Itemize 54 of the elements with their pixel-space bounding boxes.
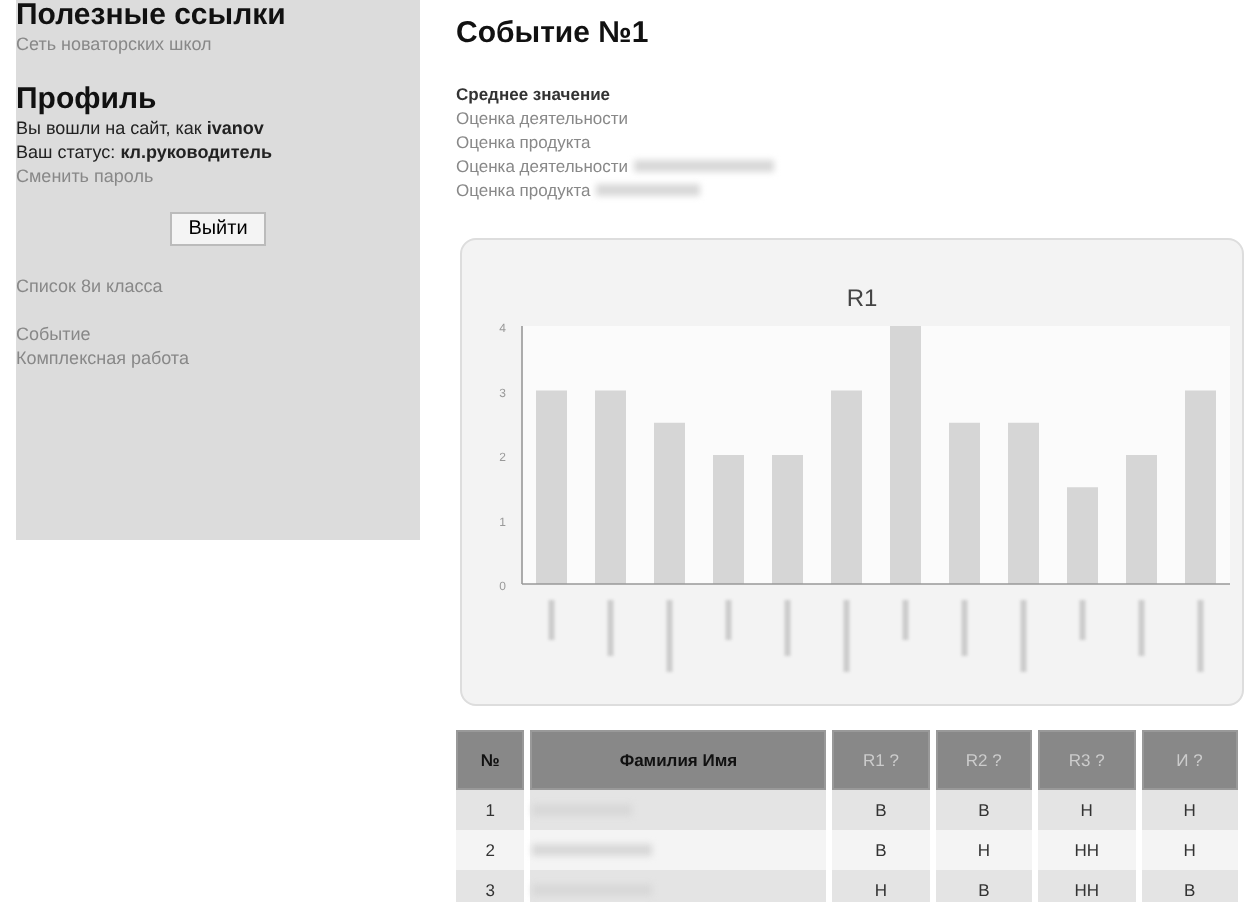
redacted-label [1079,600,1086,640]
redacted-label [607,600,614,656]
table-cell: В [1141,870,1238,902]
bar [713,455,744,584]
redacted-label [784,600,791,656]
column-header[interactable]: R1 ? [832,730,930,790]
table-cell: Н [935,830,1033,870]
table-cell: 1 [456,790,525,830]
menu-link[interactable]: Событие [16,322,420,346]
table-cell: В [832,830,930,870]
redacted-label [961,600,968,656]
table-cell: В [935,870,1033,902]
table-cell: Н [1141,830,1238,870]
bar [1126,455,1157,584]
redacted-label [902,600,909,640]
column-header[interactable]: R2 ? [935,730,1033,790]
redacted-label [548,600,555,640]
redacted-label [1020,600,1027,672]
links-heading: Полезные ссылки [16,0,288,32]
menu-link[interactable]: Комплексная работа [16,346,420,370]
logout-button[interactable]: Выйти [170,212,266,246]
filter-link[interactable]: Оценка продукта [456,130,1244,154]
menu-link[interactable]: Список 8и класса [16,274,420,298]
filter-link[interactable]: Оценка продукта [456,178,1244,202]
redacted-label [843,600,850,672]
table-cell: НН [1038,870,1136,902]
chart-title: R1 [846,284,878,312]
filter-link[interactable]: Среднее значение [456,82,1244,106]
column-header: Фамилия Имя [530,730,827,790]
redacted-label [1138,600,1145,656]
page-title: Событие №1 [456,16,651,50]
column-header[interactable]: R3 ? [1038,730,1136,790]
table-cell: Н [1141,790,1238,830]
filter-link[interactable]: Оценка деятельности [456,106,1244,130]
table-cell: Н [1038,790,1136,830]
redacted-label [1197,600,1204,672]
column-header[interactable]: И ? [1141,730,1238,790]
table-cell: 2 [456,830,525,870]
change-password-link[interactable]: Сменить пароль [16,164,420,188]
login-info: Вы вошли на сайт, как ivanov [16,116,266,140]
table-cell: 3 [456,870,525,902]
status-info: Ваш статус: кл.руководитель [16,140,274,164]
table-cell: Н [832,870,930,902]
filter-link[interactable]: Оценка деятельности [456,154,1244,178]
column-header: № [456,730,525,790]
table-cell: НН [1038,830,1136,870]
profile-heading: Профиль [16,84,159,116]
bar [1067,487,1098,584]
table-cell: В [832,790,930,830]
sidebar-link[interactable]: Сеть новаторских школ [16,32,420,56]
bar [772,455,803,584]
redacted-label [666,600,673,672]
table-cell: В [935,790,1033,830]
redacted-label [725,600,732,640]
